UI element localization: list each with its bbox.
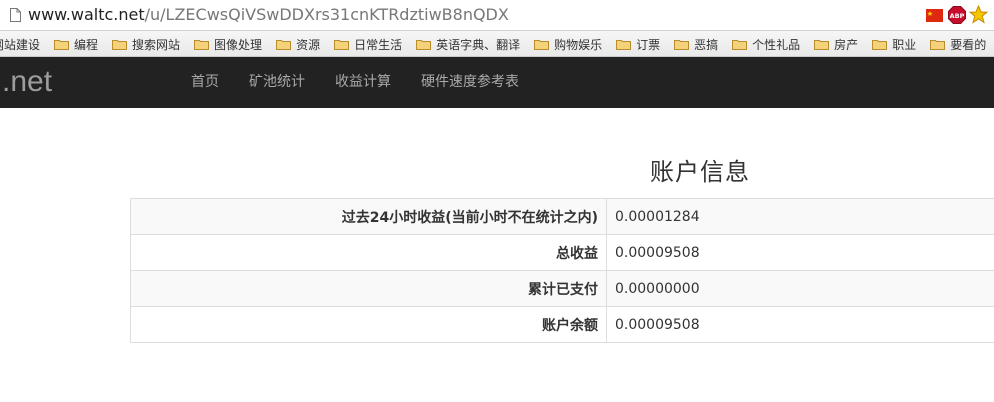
adblock-label: ABP <box>950 12 965 20</box>
folder-icon <box>930 39 946 50</box>
url-text[interactable]: www.waltc.net/u/LZECwsQiVSwDDXrs31cnKTRd… <box>28 4 509 26</box>
bookmark-folder[interactable]: 编程 <box>54 36 98 53</box>
bookmark-label: 英语字典、翻译 <box>436 37 521 52</box>
row-value: 0.00001284 <box>606 198 994 235</box>
bookmark-label: 房产 <box>834 37 859 52</box>
row-label: 过去24小时收益(当前小时不在统计之内) <box>130 198 607 235</box>
account-info-table: 过去24小时收益(当前小时不在统计之内) 0.00001284 总收益 0.00… <box>130 198 994 343</box>
adblock-plus-icon[interactable]: ABP <box>948 6 966 24</box>
row-label: 总收益 <box>130 234 607 271</box>
row-value: 0.00009508 <box>606 234 994 271</box>
folder-icon <box>334 39 350 50</box>
folder-icon <box>416 39 432 50</box>
bookmark-label: 恶搞 <box>694 37 719 52</box>
row-value: 0.00000000 <box>606 270 994 307</box>
bookmark-label: 图像处理 <box>214 37 263 52</box>
bookmark-label: 网站建设 <box>0 37 41 52</box>
bookmark-folder[interactable]: 恶搞 <box>674 36 718 53</box>
bookmark-label: 订票 <box>636 37 661 52</box>
folder-icon <box>732 39 748 50</box>
folder-icon <box>534 39 550 50</box>
bookmark-folder[interactable]: 日常生活 <box>334 36 402 53</box>
bookmark-folder[interactable]: 要看的 <box>930 36 986 53</box>
bookmark-folder[interactable]: 搜索网站 <box>112 36 180 53</box>
folder-icon <box>194 39 210 50</box>
page-title: 账户信息 <box>650 158 750 186</box>
bookmark-label: 购物娱乐 <box>554 37 603 52</box>
bookmark-folder[interactable]: 订票 <box>616 36 660 53</box>
bookmark-label: 搜索网站 <box>132 37 181 52</box>
table-row: 累计已支付 0.00000000 <box>130 270 994 307</box>
bookmarks-bar: 网站建设 编程 搜索网站 图像处理 资源 日常生活 英语字典、翻译 购物娱乐 <box>0 31 994 57</box>
folder-icon <box>674 39 690 50</box>
bookmark-star-icon[interactable] <box>969 5 988 24</box>
folder-icon <box>616 39 632 50</box>
china-flag-icon[interactable] <box>926 9 943 22</box>
bookmark-folder[interactable]: 房产 <box>814 36 858 53</box>
bookmark-folder[interactable]: 资源 <box>276 36 320 53</box>
row-value: 0.00009508 <box>606 306 994 343</box>
row-label: 累计已支付 <box>130 270 607 307</box>
site-navbar: .net 首页 矿池统计 收益计算 硬件速度参考表 <box>0 57 994 108</box>
address-bar[interactable]: www.waltc.net/u/LZECwsQiVSwDDXrs31cnKTRd… <box>0 0 994 31</box>
bookmark-label: 个性礼品 <box>752 37 801 52</box>
folder-icon <box>112 39 128 50</box>
folder-icon <box>276 39 292 50</box>
folder-icon <box>814 39 830 50</box>
bookmark-label: 要看的 <box>950 37 987 52</box>
site-brand[interactable]: .net <box>2 64 52 100</box>
bookmark-folder[interactable]: 职业 <box>872 36 916 53</box>
nav-link-home[interactable]: 首页 <box>176 57 234 108</box>
nav-links: 首页 矿池统计 收益计算 硬件速度参考表 <box>176 57 534 108</box>
page-icon <box>10 8 21 22</box>
nav-link-profit-calc[interactable]: 收益计算 <box>320 57 406 108</box>
folder-icon <box>872 39 888 50</box>
bookmark-folder[interactable]: 英语字典、翻译 <box>416 36 520 53</box>
bookmark-label: 日常生活 <box>354 37 403 52</box>
folder-icon <box>54 39 70 50</box>
nav-link-pool-stats[interactable]: 矿池统计 <box>234 57 320 108</box>
bookmark-label: 编程 <box>74 37 99 52</box>
bookmark-folder[interactable]: 购物娱乐 <box>534 36 602 53</box>
table-row: 过去24小时收益(当前小时不在统计之内) 0.00001284 <box>130 198 994 235</box>
bookmark-label: 资源 <box>296 37 321 52</box>
bookmark-folder[interactable]: 个性礼品 <box>732 36 800 53</box>
bookmark-folder[interactable]: 网站建设 <box>0 36 40 53</box>
table-row: 账户余额 0.00009508 <box>130 306 994 343</box>
nav-link-hardware-speed[interactable]: 硬件速度参考表 <box>406 57 534 108</box>
bookmark-label: 职业 <box>892 37 917 52</box>
table-row: 总收益 0.00009508 <box>130 234 994 271</box>
bookmark-folder[interactable]: 图像处理 <box>194 36 262 53</box>
row-label: 账户余额 <box>130 306 607 343</box>
